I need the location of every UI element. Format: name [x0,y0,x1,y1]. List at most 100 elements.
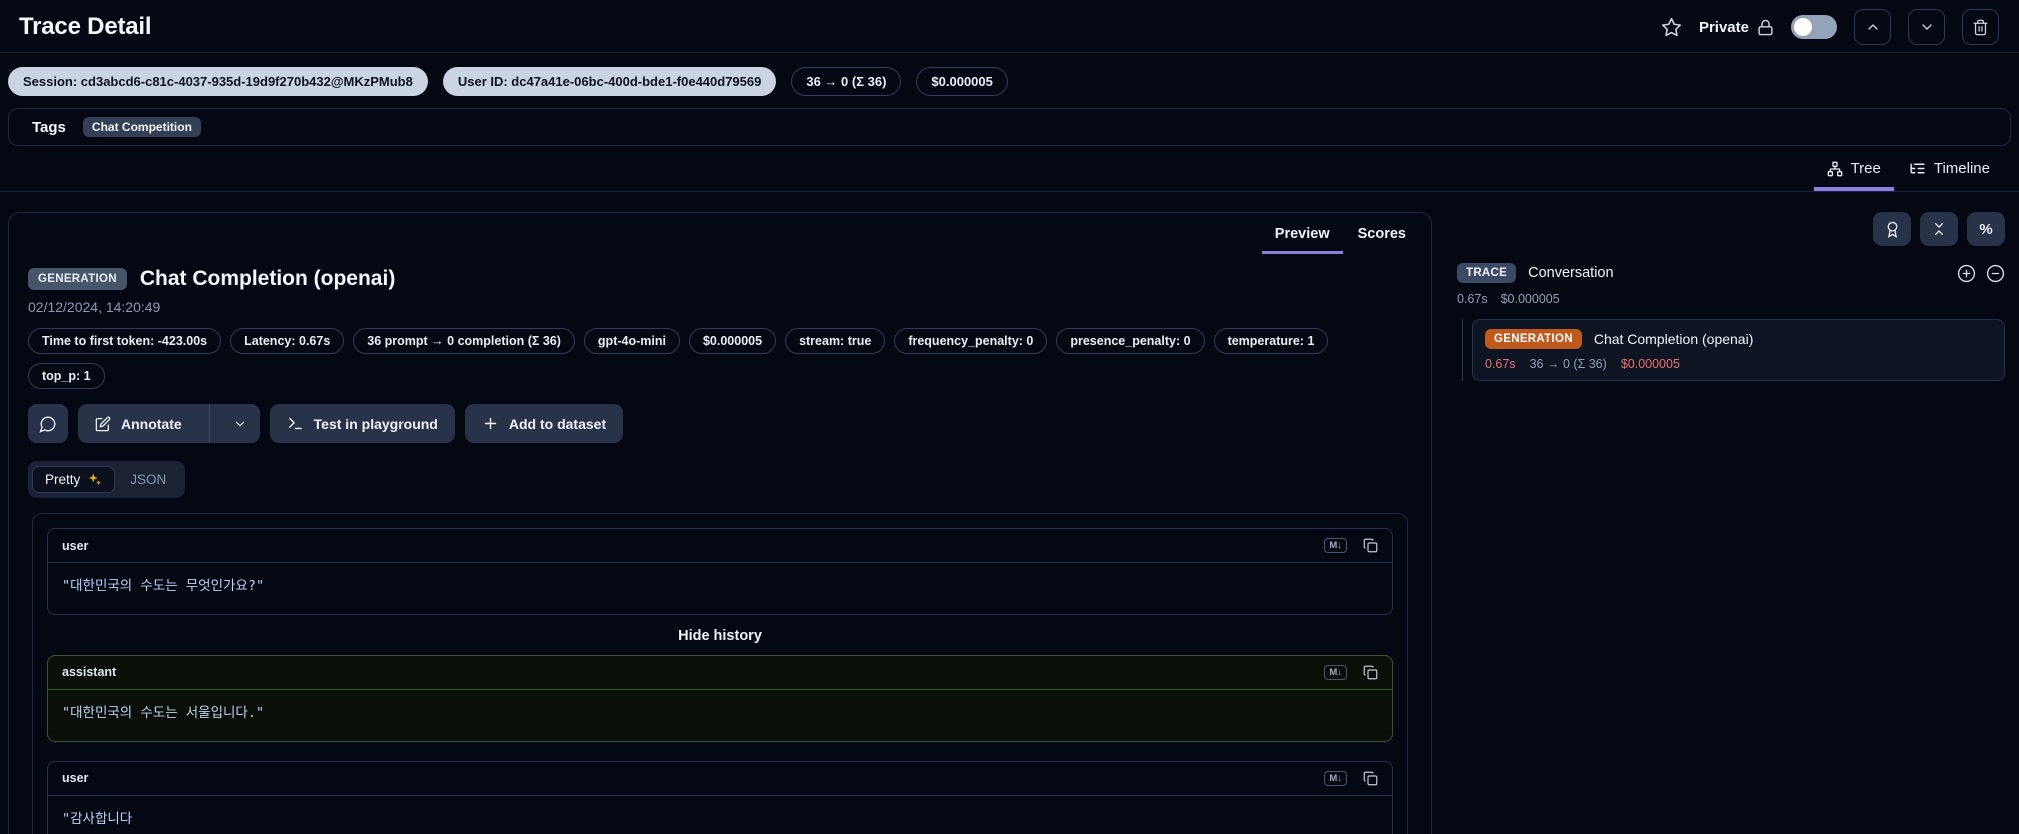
message-content: "감사합니다 " [62,810,133,834]
metrics-toggle-button[interactable]: % [1967,212,2005,246]
message-role: assistant [62,665,117,680]
main-area: Preview Scores GENERATION Chat Completio… [0,192,2019,834]
trace-tree-panel: % TRACE Conversation 0.67s $0.000005 GEN… [1457,212,2005,834]
terminal-icon [288,417,302,430]
plus-icon [484,417,497,430]
observation-timestamp: 02/12/2024, 14:20:49 [28,299,161,315]
scores-toggle-button[interactable] [1873,212,1911,246]
message-role: user [62,538,89,553]
generation-metrics: 0.67s 36 → 0 (Σ 36) $0.000005 [1485,357,1992,371]
pill-model: gpt-4o-mini [583,328,680,354]
message-user-1: user M↓ "대한민국의 수도는 무엇인가요?" [47,528,1393,615]
message-header: user M↓ [48,762,1392,796]
chevron-down-icon [235,421,244,426]
tab-tree-label: Tree [1850,160,1881,177]
tab-preview[interactable]: Preview [1261,226,1343,254]
collapse-all-button[interactable] [1920,212,1958,246]
format-tab-json[interactable]: JSON [115,465,181,494]
timeline-icon [1910,163,1925,174]
trace-badges-row: Session: cd3abcd6-c81c-4037-935d-19d9f27… [0,53,2019,108]
annotate-label: Annotate [121,415,182,432]
trace-tree-root[interactable]: TRACE Conversation [1457,263,2005,283]
pill-token-usage: 36 prompt → 0 completion (Σ 36) [353,328,575,354]
collapse-icon [1935,223,1943,235]
tab-scores[interactable]: Scores [1345,226,1419,254]
trace-latency: 0.67s [1457,292,1488,306]
add-to-dataset-label: Add to dataset [508,415,607,432]
view-tabs: Tree Timeline [0,146,2019,192]
tag-chip[interactable]: Chat Competition [82,117,201,137]
copy-icon[interactable] [1363,771,1378,786]
message-role: user [62,771,89,786]
pill-latency: Latency: 0.67s [230,328,345,354]
circle-minus-icon [1986,264,2005,282]
hide-history-button[interactable]: Hide history [47,615,1393,655]
test-in-playground-button[interactable]: Test in playground [269,404,455,443]
copy-icon[interactable] [1363,538,1378,553]
comments-button[interactable] [28,404,68,443]
observation-metadata-pills: Time to first token: -423.00s Latency: 0… [28,328,1368,389]
pretty-label: Pretty [45,472,81,487]
annotate-dropdown-button[interactable] [220,404,260,443]
privacy-control: Private [1699,19,1774,36]
generation-cost: $0.000005 [1620,357,1680,371]
markdown-toggle-icon[interactable]: M↓ [1324,538,1347,553]
annotate-split-button: Annotate [78,404,260,443]
previous-trace-button[interactable] [1854,9,1891,45]
user-id-badge[interactable]: User ID: dc47a41e-06bc-400d-bde1-f0e440d… [442,67,777,96]
trace-metrics: 0.67s $0.000005 [1457,292,2005,306]
pill-temperature: temperature: 1 [1213,328,1329,354]
token-usage-badge: 36 → 0 (Σ 36) [791,67,902,96]
message-tools: M↓ [1324,770,1378,786]
copy-icon[interactable] [1363,665,1378,680]
generation-type-badge: GENERATION [1485,329,1582,349]
comment-icon [39,416,56,433]
observation-type-badge: GENERATION [28,268,127,290]
message-tools: M↓ [1324,538,1378,553]
message-assistant: assistant M↓ "대한민국의 수도는 서울입니다." [47,654,1393,742]
message-header: assistant M↓ [48,656,1392,690]
tab-timeline[interactable]: Timeline [1896,160,2003,191]
generation-name: Chat Completion (openai) [1593,331,1754,347]
star-icon[interactable] [1661,17,1682,38]
playground-label: Test in playground [313,415,438,432]
sparkles-icon [88,473,102,486]
chevron-up-icon [1867,24,1878,30]
cost-badge: $0.000005 [916,67,1008,96]
format-tab-pretty[interactable]: Pretty [32,466,116,493]
page-title: Trace Detail [19,13,152,40]
lock-icon [1757,19,1774,36]
action-buttons: Annotate Test in playground Add to datas… [28,404,1412,443]
privacy-toggle[interactable] [1791,15,1837,39]
privacy-label: Private [1698,18,1749,36]
session-badge[interactable]: Session: cd3abcd6-c81c-4037-935d-19d9f27… [8,67,428,96]
tags-container[interactable]: Tags Chat Competition [8,108,2011,146]
observation-title: Chat Completion (openai) [139,267,396,290]
message-content: "대한민국의 수도는 서울입니다." [62,704,265,721]
pill-presence-penalty: presence_penalty: 0 [1056,328,1205,354]
markdown-toggle-icon[interactable]: M↓ [1324,770,1347,786]
markdown-toggle-icon[interactable]: M↓ [1324,664,1347,680]
header-actions: Private [1661,9,1999,45]
tree-controls: % [1457,212,2005,246]
delete-trace-button[interactable] [1962,9,1999,45]
trace-cost: $0.000005 [1500,292,1560,306]
collapse-node-button[interactable] [1986,264,2005,283]
generation-tokens: 36 → 0 (Σ 36) [1529,357,1607,371]
expand-node-button[interactable] [1957,264,1976,283]
observation-content: GENERATION Chat Completion (openai) 02/1… [9,254,1431,834]
circle-plus-icon [1957,264,1976,282]
next-trace-button[interactable] [1908,9,1945,45]
tags-label: Tags [32,118,66,136]
annotate-button[interactable]: Annotate [78,404,199,443]
percent-icon: % [1979,220,1993,238]
page-header: Trace Detail Private [0,0,2019,52]
add-to-dataset-button[interactable]: Add to dataset [464,404,624,443]
pill-time-to-first-token: Time to first token: -423.00s [28,328,222,354]
tree-children: GENERATION Chat Completion (openai) 0.67… [1462,319,2005,381]
tree-icon [1827,161,1842,176]
pill-top-p: top_p: 1 [28,363,105,389]
tree-node-generation[interactable]: GENERATION Chat Completion (openai) 0.67… [1472,319,2005,381]
tab-tree[interactable]: Tree [1813,160,1894,191]
generation-node-header: GENERATION Chat Completion (openai) [1485,329,1992,349]
